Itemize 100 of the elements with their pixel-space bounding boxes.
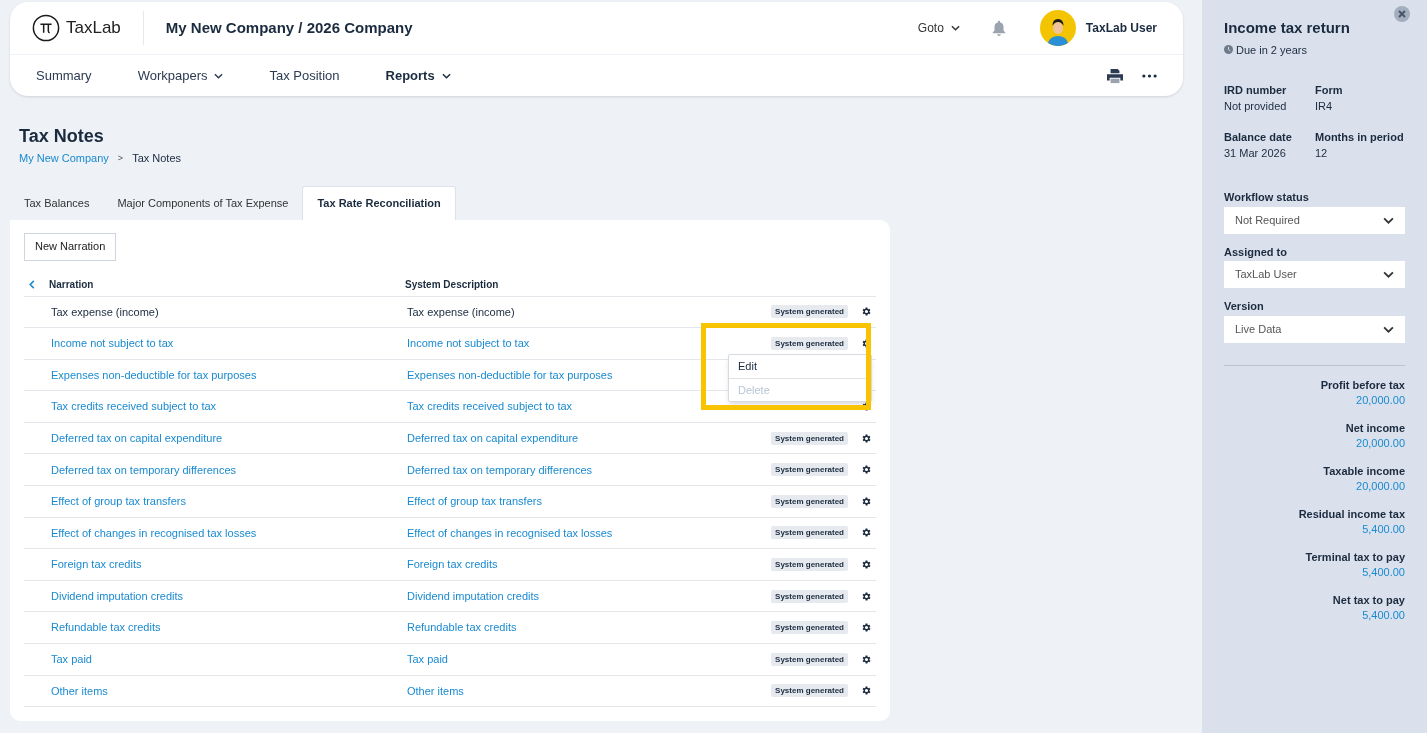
description-link[interactable]: Tax credits received subject to tax (407, 398, 573, 415)
description-link[interactable]: Effect of group tax transfers (407, 493, 542, 510)
chevron-down-icon (950, 25, 960, 31)
system-generated-badge: System generated (771, 621, 848, 635)
narration-link[interactable]: Dividend imputation credits (51, 587, 407, 605)
total-value[interactable]: 20,000.00 (1356, 478, 1405, 494)
description-link[interactable]: Deferred tax on capital expenditure (407, 429, 579, 447)
system-generated-badge: System generated (771, 336, 848, 350)
fact-value: 31 Mar 2026 (1224, 146, 1287, 161)
close-icon[interactable] (1394, 6, 1410, 22)
gear-icon[interactable] (861, 306, 872, 318)
goto-button[interactable]: Goto (917, 19, 960, 37)
gear-icon[interactable] (861, 653, 872, 665)
fact-label: Form (1315, 83, 1344, 98)
gear-icon[interactable] (861, 590, 872, 602)
breadcrumb-current: Tax Notes (132, 151, 182, 166)
description-link[interactable]: Foreign tax credits (407, 556, 498, 573)
user-avatar[interactable] (1039, 10, 1076, 46)
system-generated-badge: System generated (771, 652, 848, 666)
gear-icon[interactable] (861, 464, 872, 476)
gear-icon[interactable] (861, 495, 872, 507)
column-header: System Description (405, 277, 499, 292)
due-text: Due in 2 years (1236, 42, 1307, 58)
narration-link[interactable]: Income not subject to tax (51, 335, 407, 352)
system-generated-badge: System generated (771, 494, 848, 508)
total-label: Residual income tax (1298, 506, 1405, 522)
fact-label: Months in period (1315, 130, 1405, 145)
gear-icon[interactable] (861, 622, 872, 634)
nav-tab[interactable]: Tax Position (269, 65, 340, 86)
nav-tab[interactable]: Summary (36, 65, 92, 86)
logo-text: TaxLab (66, 17, 121, 40)
fact-value: IR4 (1315, 99, 1334, 114)
new-narration-button[interactable]: New Narration (24, 232, 117, 261)
narration-link[interactable]: Effect of changes in recognised tax losses (51, 524, 407, 542)
tab[interactable]: Tax Balances (10, 186, 104, 220)
user-name[interactable]: TaxLab User (1085, 19, 1157, 37)
description-link[interactable]: Other items (407, 682, 464, 700)
narration-link[interactable]: Other items (51, 682, 407, 700)
total-value[interactable]: 20,000.00 (1356, 435, 1405, 451)
more-icon[interactable] (1142, 73, 1157, 78)
total-label: Net income (1345, 420, 1405, 436)
system-generated-badge: System generated (771, 558, 848, 572)
total-value[interactable]: 5,400.00 (1362, 607, 1405, 623)
tab[interactable]: Major Components of Tax Expense (103, 186, 303, 220)
narration-link[interactable]: Foreign tax credits (51, 556, 407, 573)
gear-icon[interactable] (861, 527, 872, 539)
narration-link[interactable]: Deferred tax on capital expenditure (51, 429, 407, 447)
nav-tab[interactable]: Workpapers (137, 65, 224, 86)
description-link[interactable]: Tax paid (407, 651, 448, 668)
description-link[interactable]: Refundable tax credits (407, 619, 517, 636)
nav-tab[interactable]: Reports (385, 65, 451, 86)
print-icon[interactable] (1106, 67, 1124, 84)
select-label: Workflow status (1224, 190, 1310, 205)
select-field[interactable]: TaxLab User (1224, 261, 1405, 288)
select-field[interactable]: Live Data (1224, 315, 1405, 343)
total-value[interactable]: 5,400.00 (1362, 564, 1405, 580)
description-link[interactable]: Deferred tax on temporary differences (407, 461, 593, 478)
panel-title: Income tax return (1224, 18, 1351, 38)
narration-text: Tax expense (income) (51, 304, 160, 320)
breadcrumb-link[interactable]: My New Company (19, 150, 109, 167)
logo-icon (32, 14, 60, 42)
select-label: Assigned to (1224, 244, 1288, 260)
menu-item[interactable]: Edit (729, 355, 871, 379)
description-link[interactable]: Expenses non-deductible for tax purposes (407, 366, 613, 384)
total-label: Terminal tax to pay (1305, 549, 1405, 565)
column-header: Narration (49, 277, 95, 292)
system-generated-badge: System generated (771, 589, 848, 603)
tab[interactable]: Tax Rate Reconciliation (302, 185, 456, 220)
total-label: Profit before tax (1320, 377, 1405, 393)
chevron-down-icon (1383, 271, 1394, 278)
select-field[interactable]: Not Required (1224, 206, 1405, 234)
system-generated-badge: System generated (771, 431, 848, 445)
description-text: Tax expense (income) (407, 304, 515, 320)
total-label: Net tax to pay (1332, 592, 1405, 608)
total-label: Taxable income (1323, 463, 1405, 479)
breadcrumb-separator: > (117, 151, 124, 165)
narration-link[interactable]: Effect of group tax transfers (51, 493, 407, 510)
chevron-down-icon (1383, 216, 1394, 224)
narration-link[interactable]: Refundable tax credits (51, 619, 407, 636)
narration-link[interactable]: Tax credits received subject to tax (51, 398, 407, 415)
select-label: Version (1224, 299, 1265, 314)
narration-link[interactable]: Deferred tax on temporary differences (51, 461, 407, 478)
gear-icon[interactable] (861, 685, 872, 697)
gear-icon[interactable] (861, 559, 872, 571)
fact-label: IRD number (1224, 83, 1288, 98)
gear-icon[interactable] (861, 432, 872, 444)
system-generated-badge: System generated (771, 526, 848, 540)
system-generated-badge: System generated (771, 463, 848, 477)
system-generated-badge: System generated (771, 684, 848, 698)
fact-value: Not provided (1224, 99, 1288, 114)
fact-value: 12 (1315, 146, 1329, 161)
narration-link[interactable]: Tax paid (51, 651, 407, 668)
description-link[interactable]: Effect of changes in recognised tax losses (407, 524, 613, 542)
narration-link[interactable]: Expenses non-deductible for tax purposes (51, 366, 407, 384)
page-title: Tax Notes (19, 126, 105, 146)
description-link[interactable]: Dividend imputation credits (407, 587, 540, 605)
total-value[interactable]: 20,000.00 (1356, 392, 1405, 408)
chevron-down-icon (1383, 325, 1394, 333)
description-link[interactable]: Income not subject to tax (407, 335, 530, 352)
total-value[interactable]: 5,400.00 (1362, 521, 1405, 537)
